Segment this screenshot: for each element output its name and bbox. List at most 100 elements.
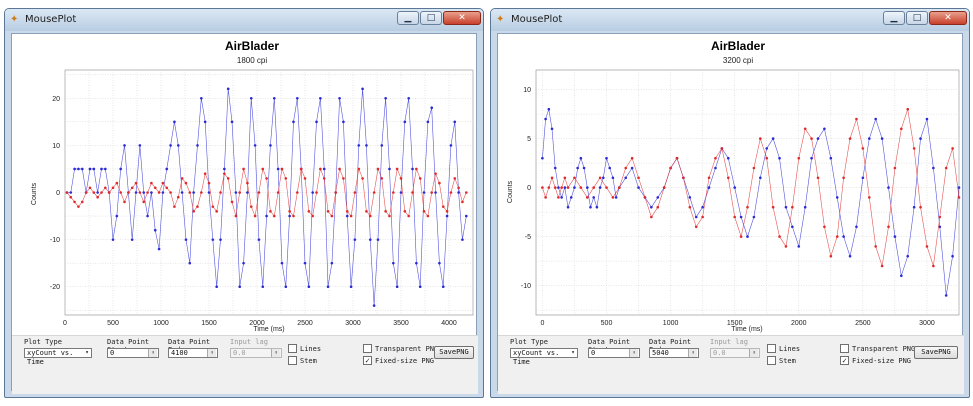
data-point xyxy=(650,215,653,219)
data-point xyxy=(345,210,349,213)
lines-label: Lines xyxy=(779,345,801,353)
dp-start-input[interactable]: 0 ⬍ xyxy=(588,348,640,358)
window-title: MousePlot xyxy=(511,14,563,25)
data-point xyxy=(196,144,199,147)
data-point xyxy=(932,166,935,170)
data-point xyxy=(880,137,884,140)
data-point xyxy=(184,181,188,185)
plot-type-label: Plot Type xyxy=(24,338,62,346)
data-point xyxy=(560,186,563,189)
data-point xyxy=(88,167,92,171)
dp-end-value: 4100 xyxy=(171,349,188,357)
plot-type-select[interactable]: xyCount vs. Time ▾ xyxy=(510,348,578,366)
data-point xyxy=(184,238,188,241)
data-point xyxy=(726,176,730,180)
data-point xyxy=(311,214,314,218)
stem-checkbox[interactable] xyxy=(767,356,776,365)
data-point xyxy=(311,191,314,194)
data-point xyxy=(157,191,161,194)
maximize-button[interactable]: □ xyxy=(906,11,928,25)
save-png-button[interactable]: SavePNG xyxy=(914,346,958,359)
data-point xyxy=(434,191,437,194)
data-point xyxy=(368,214,372,218)
data-point xyxy=(368,238,372,241)
data-point xyxy=(111,238,115,241)
data-point xyxy=(550,127,554,131)
spinner-icon[interactable]: ⬍ xyxy=(629,349,638,357)
data-point xyxy=(893,166,897,170)
data-point xyxy=(835,235,839,238)
data-point xyxy=(938,215,942,219)
lines-checkbox[interactable] xyxy=(767,344,776,353)
spinner-icon[interactable]: ⬍ xyxy=(148,349,157,357)
data-point xyxy=(407,214,410,218)
data-point xyxy=(338,167,341,171)
close-button[interactable]: ✕ xyxy=(929,11,967,25)
title-bar[interactable]: ✦ MousePlot ▁ □ ✕ xyxy=(5,9,483,31)
data-point xyxy=(380,144,384,147)
chevron-down-icon[interactable]: ▾ xyxy=(569,349,577,357)
x-axis-label: Time (ms) xyxy=(731,326,762,333)
data-point xyxy=(180,177,184,180)
data-point xyxy=(643,196,647,199)
data-point xyxy=(234,191,238,194)
minimize-button[interactable]: ▁ xyxy=(397,11,419,25)
data-point xyxy=(123,144,126,147)
data-point xyxy=(701,215,704,219)
stem-checkbox[interactable] xyxy=(288,356,297,365)
data-point xyxy=(284,177,288,180)
stem-label: Stem xyxy=(300,357,317,365)
data-point xyxy=(557,196,560,199)
save-png-button[interactable]: SavePNG xyxy=(434,346,474,359)
transparent-png-checkbox[interactable] xyxy=(363,344,372,353)
x-tick-label: 1500 xyxy=(201,320,217,327)
x-tick-label: 3000 xyxy=(345,320,361,327)
data-point xyxy=(434,172,437,175)
lines-checkbox[interactable] xyxy=(288,344,297,353)
data-point xyxy=(100,167,103,171)
data-point xyxy=(280,261,284,265)
plot-type-value: xyCount vs. Time xyxy=(513,349,560,366)
minimize-button[interactable]: ▁ xyxy=(883,11,905,25)
maximize-button[interactable]: □ xyxy=(420,11,442,25)
data-point xyxy=(759,176,762,180)
data-point xyxy=(582,166,586,170)
fixed-size-png-checkbox[interactable]: ✓ xyxy=(363,356,372,365)
data-point xyxy=(650,205,653,209)
fixed-size-png-checkbox[interactable]: ✓ xyxy=(840,356,849,365)
transparent-png-checkbox[interactable] xyxy=(840,344,849,353)
data-point xyxy=(457,186,460,190)
data-point xyxy=(778,156,781,160)
data-point xyxy=(326,210,330,213)
data-point xyxy=(357,167,361,171)
y-tick-label: 5 xyxy=(527,136,531,143)
data-point xyxy=(608,166,612,170)
title-bar[interactable]: ✦ MousePlot ▁ □ ✕ xyxy=(491,9,969,31)
data-point xyxy=(315,191,318,194)
data-point xyxy=(752,166,756,170)
data-point xyxy=(399,177,403,180)
data-point xyxy=(292,120,295,124)
data-point xyxy=(180,191,184,194)
close-button[interactable]: ✕ xyxy=(443,11,481,25)
chevron-down-icon[interactable]: ▾ xyxy=(83,349,91,357)
dp-end-input[interactable]: 5040 ⬍ xyxy=(649,348,699,358)
data-point xyxy=(553,166,557,170)
data-point xyxy=(438,181,441,185)
data-point xyxy=(315,120,318,124)
data-point xyxy=(407,96,410,100)
dp-start-input[interactable]: 0 ⬍ xyxy=(107,348,159,358)
data-point xyxy=(771,137,775,140)
data-point xyxy=(349,285,353,289)
spinner-icon[interactable]: ⬍ xyxy=(207,349,216,357)
data-point xyxy=(203,120,207,124)
data-point xyxy=(566,186,570,189)
data-point xyxy=(357,144,361,147)
data-point xyxy=(269,144,272,147)
spinner-icon[interactable]: ⬍ xyxy=(688,349,697,357)
plot-type-select[interactable]: xyCount vs. Time ▾ xyxy=(24,348,92,366)
dp-end-input[interactable]: 4100 ⬍ xyxy=(168,348,218,358)
data-point xyxy=(330,261,334,265)
data-point xyxy=(464,214,468,218)
data-point xyxy=(299,167,303,171)
